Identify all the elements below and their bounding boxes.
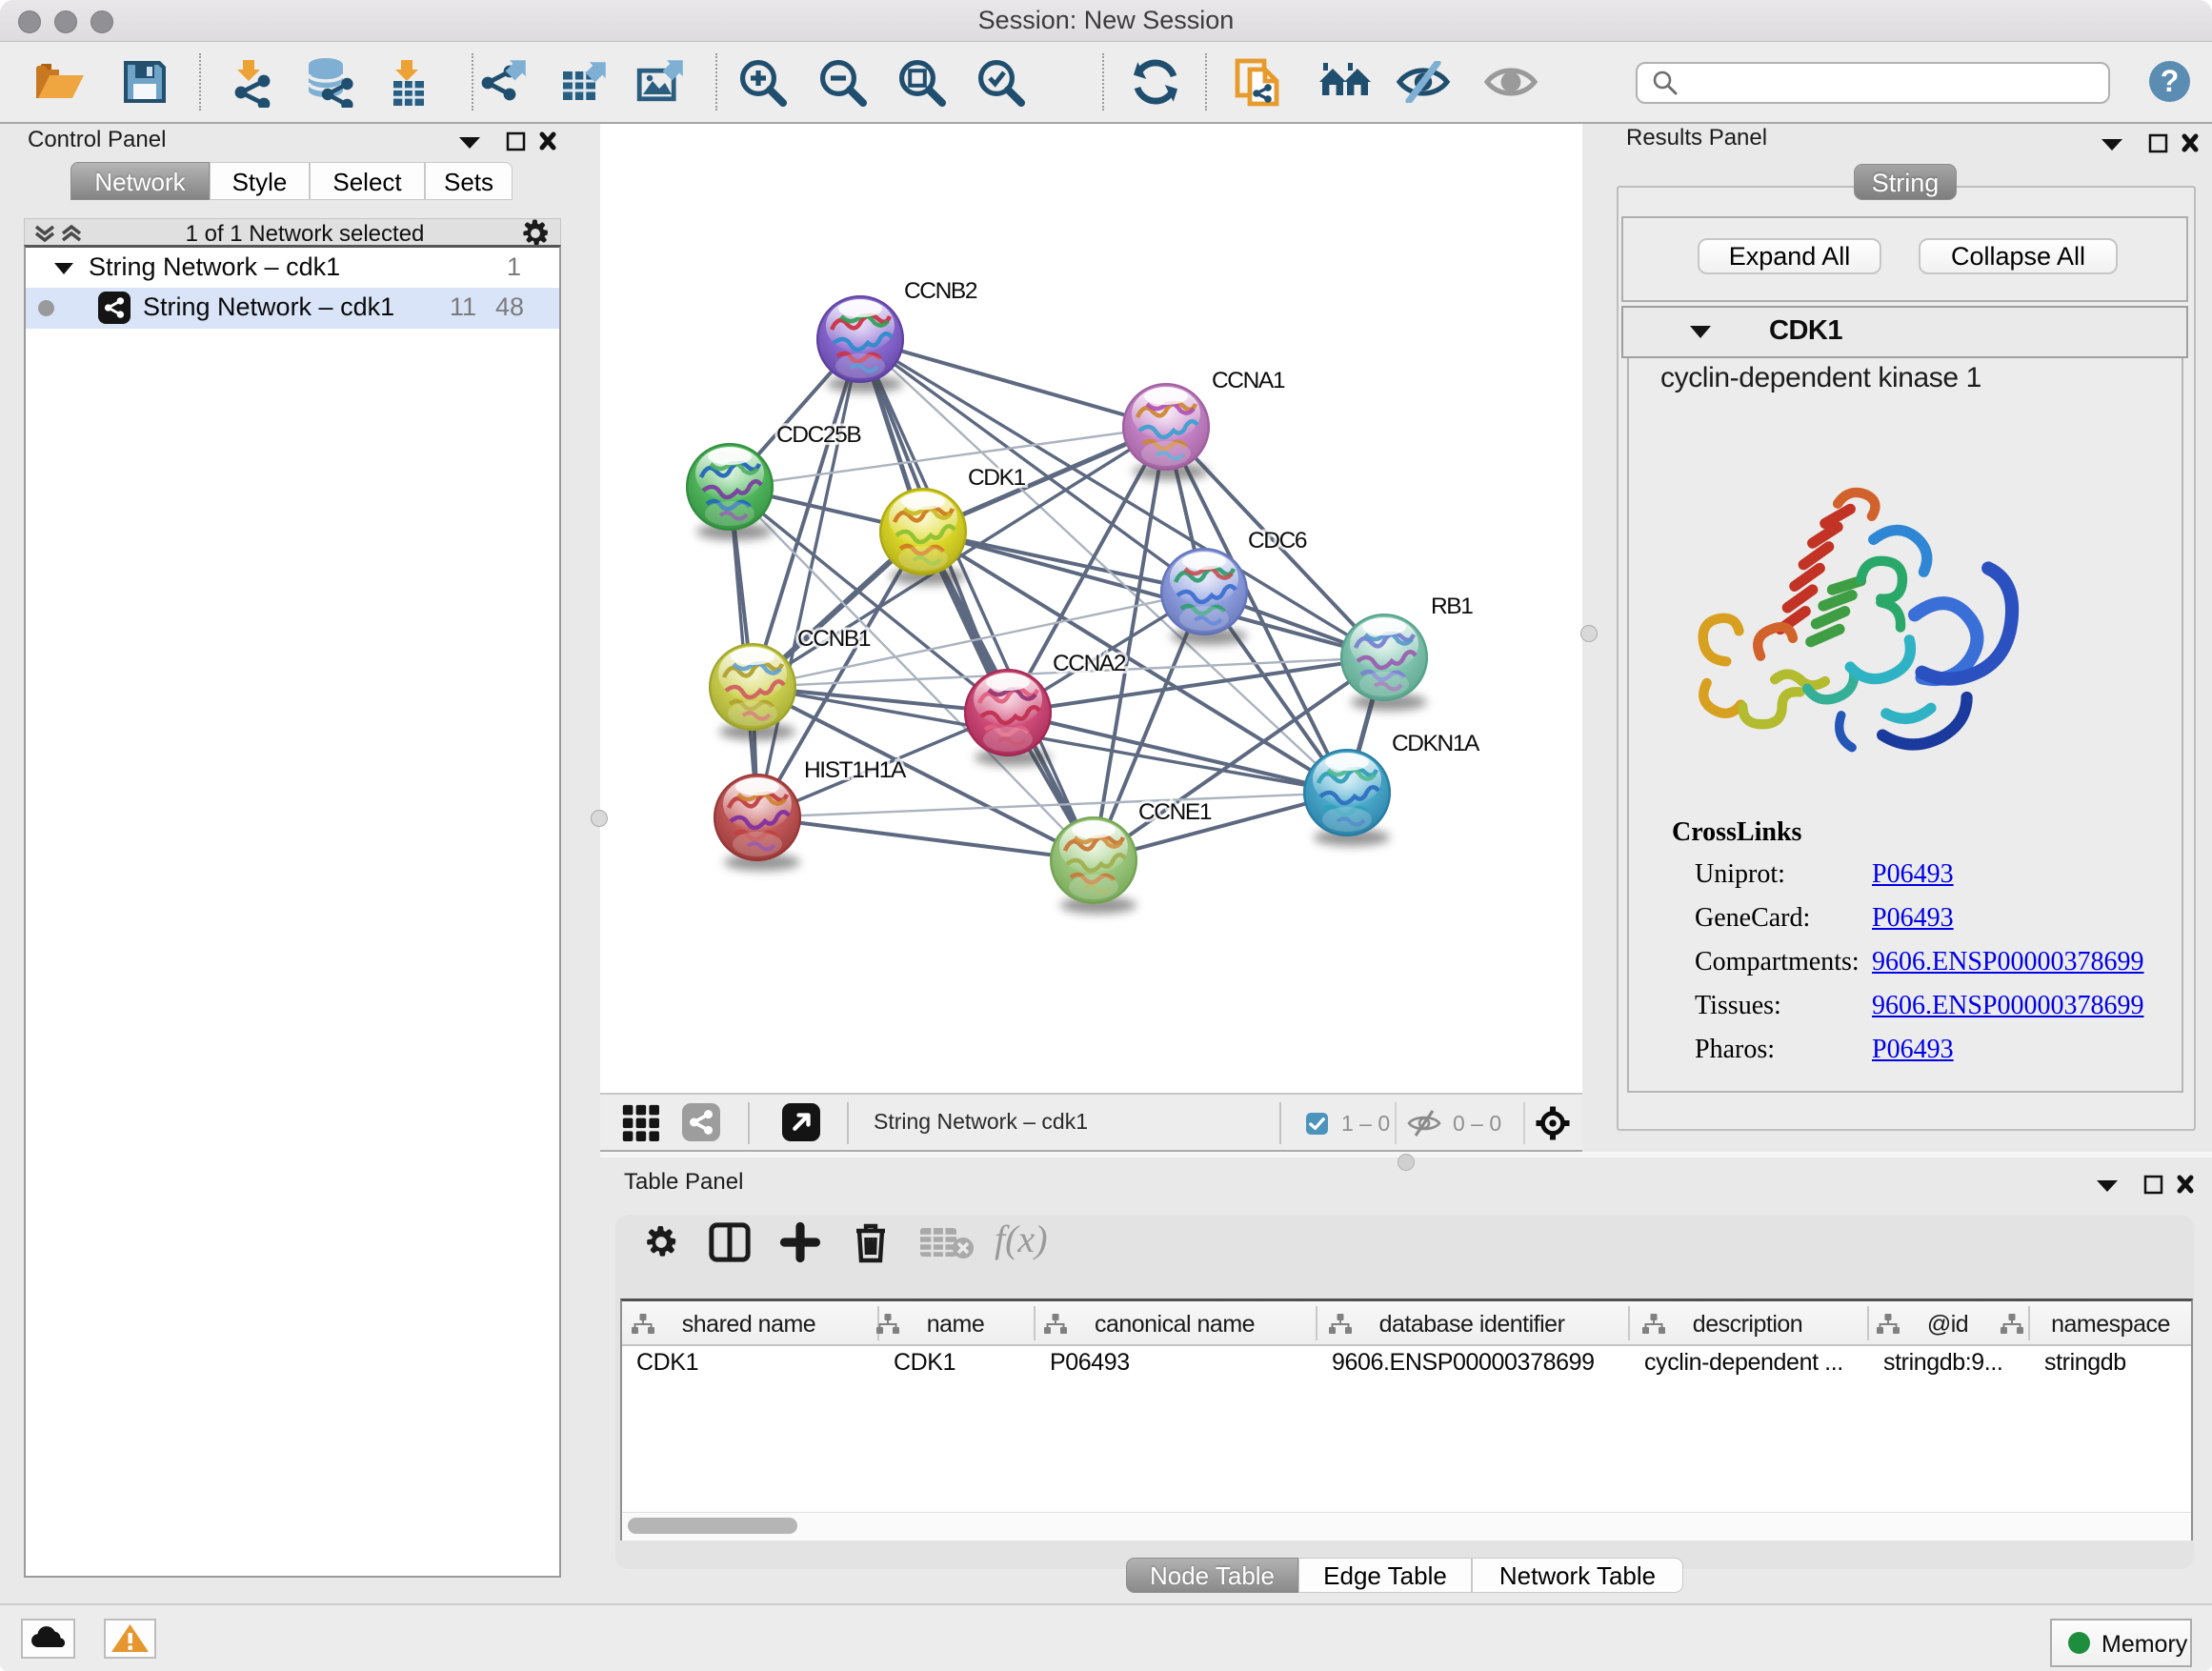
svg-text:HIST1H1A: HIST1H1A [804, 757, 907, 783]
svg-text:RB1: RB1 [1431, 594, 1473, 619]
svg-text:CCNB2: CCNB2 [904, 278, 977, 304]
svg-text:CDKN1A: CDKN1A [1392, 731, 1480, 756]
svg-text:CCNB1: CCNB1 [797, 626, 871, 652]
svg-text:CDK1: CDK1 [968, 465, 1026, 491]
svg-text:CDC25B: CDC25B [776, 422, 861, 448]
svg-text:CCNA1: CCNA1 [1212, 368, 1285, 393]
svg-text:CCNE1: CCNE1 [1138, 799, 1212, 825]
svg-text:CCNA2: CCNA2 [1053, 651, 1126, 676]
svg-text:CDC6: CDC6 [1248, 528, 1307, 554]
